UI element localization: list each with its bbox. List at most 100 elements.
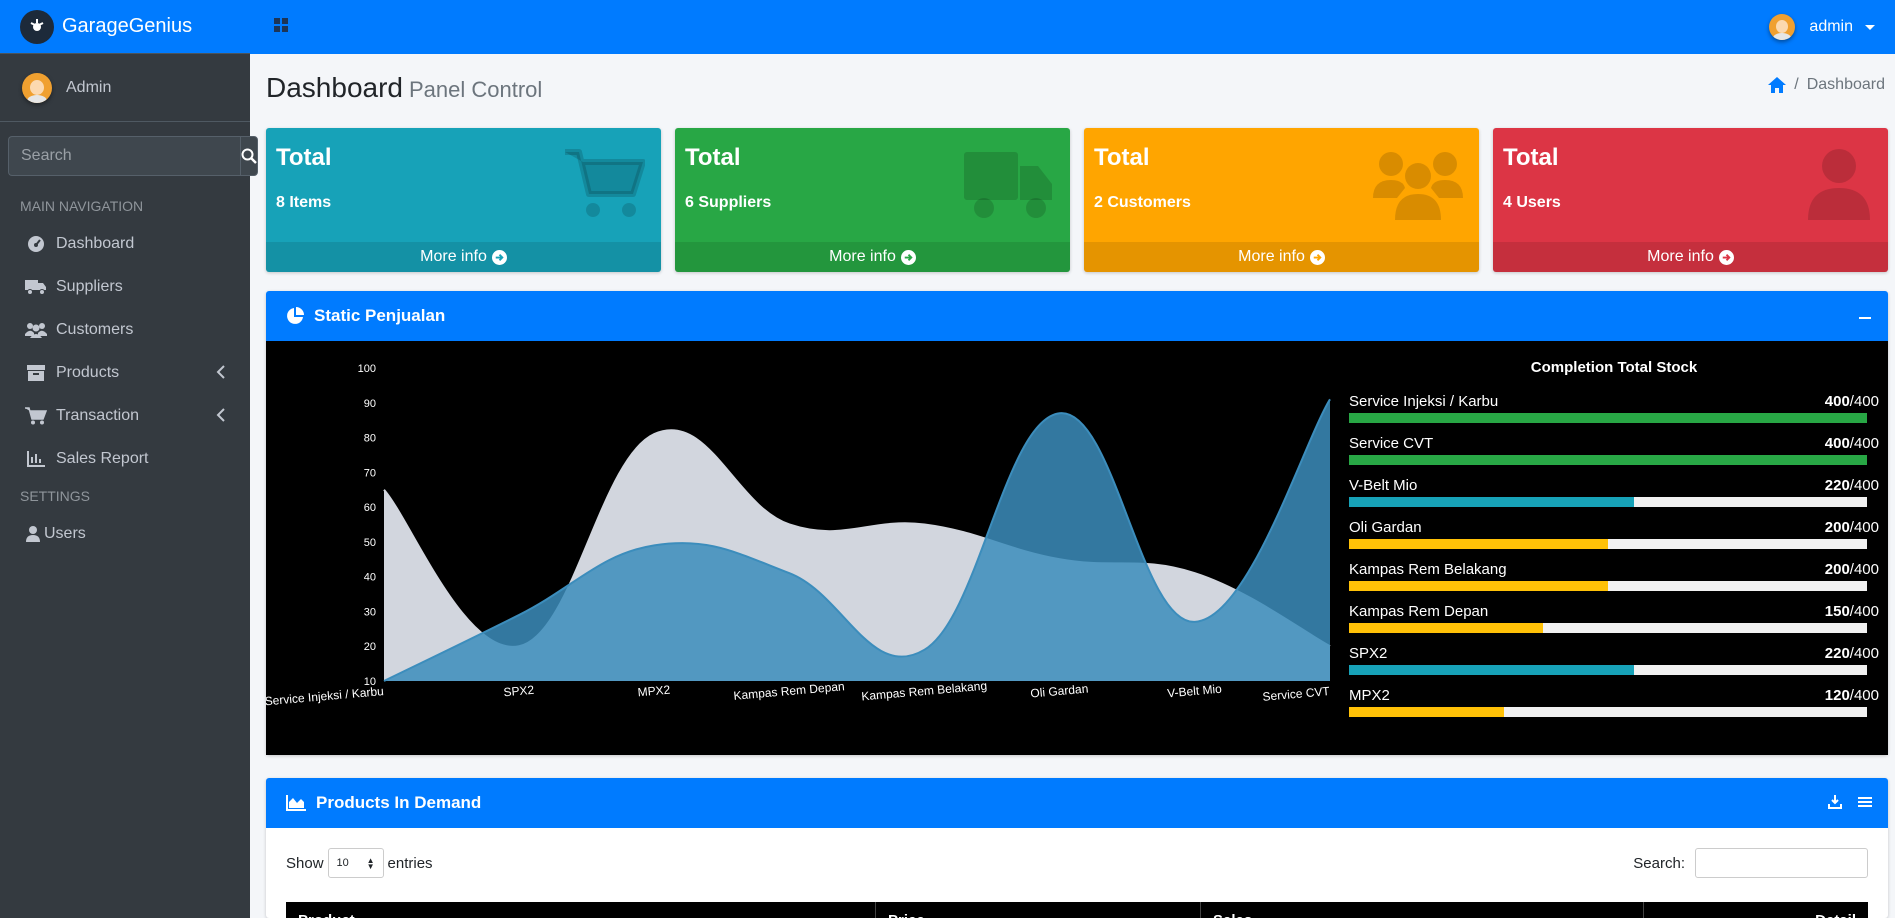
entries-length-value: 10 bbox=[336, 857, 349, 869]
more-info-link[interactable]: More info bbox=[675, 242, 1070, 272]
table-header-row: Product Price Sales Detail bbox=[286, 902, 1868, 918]
column-header-product[interactable]: Product bbox=[286, 902, 876, 918]
archive-icon bbox=[24, 364, 48, 381]
pie-chart-icon bbox=[286, 307, 304, 325]
y-tick-label: 80 bbox=[364, 433, 376, 445]
user-menu[interactable]: admin bbox=[1769, 14, 1875, 40]
dashboard-icon bbox=[24, 235, 48, 253]
column-header-price[interactable]: Price bbox=[876, 902, 1201, 918]
x-tick-label: Kampas Rem Belakang bbox=[861, 679, 988, 704]
stock-item-value: 200/400 bbox=[1825, 519, 1879, 536]
truck-icon bbox=[24, 278, 48, 296]
more-info-label: More info bbox=[1647, 248, 1714, 265]
sidebar-search-input[interactable] bbox=[8, 136, 240, 176]
sidebar: GarageGenius Admin MAIN NAVIGATION Dashb… bbox=[0, 0, 258, 918]
sidebar-user-name: Admin bbox=[66, 78, 112, 96]
caret-down-icon bbox=[1865, 24, 1875, 30]
breadcrumb-separator: / bbox=[1794, 76, 1799, 93]
card-tools bbox=[1828, 795, 1872, 809]
sidebar-item-label: Suppliers bbox=[56, 277, 123, 295]
stock-item: Service Injeksi / Karbu 400/400 bbox=[1349, 387, 1879, 429]
table-search-label: Search: bbox=[1633, 854, 1685, 872]
stock-list: Service Injeksi / Karbu 400/400 Service CV… bbox=[1349, 387, 1879, 723]
y-tick-label: 50 bbox=[364, 537, 376, 549]
sidebar-item-label: Dashboard bbox=[56, 234, 135, 252]
entries-label: entries bbox=[387, 854, 433, 872]
sidebar-item-label: Products bbox=[56, 363, 120, 381]
y-tick-label: 100 bbox=[358, 363, 376, 375]
stock-item-label: MPX2 bbox=[1349, 687, 1390, 704]
stock-item-count: 200 bbox=[1824, 561, 1850, 578]
more-info-link[interactable]: More info bbox=[1493, 242, 1888, 272]
stock-item-count: 150 bbox=[1824, 603, 1850, 620]
stock-item-max: /400 bbox=[1849, 519, 1879, 536]
table-search-input[interactable] bbox=[1695, 848, 1868, 878]
top-navbar: admin bbox=[250, 0, 1895, 54]
stock-item-label: V-Belt Mio bbox=[1349, 477, 1418, 494]
stock-item-count: 400 bbox=[1824, 435, 1850, 452]
brand-text: GarageGenius bbox=[62, 15, 193, 37]
sidebar-item-label: Users bbox=[44, 524, 86, 542]
sidebar-user-panel[interactable]: Admin bbox=[0, 54, 250, 122]
user-menu-name: admin bbox=[1809, 18, 1853, 35]
card-header: Products In Demand bbox=[266, 778, 1888, 828]
sidebar-toggle-button[interactable] bbox=[274, 17, 288, 37]
stat-box-items: Total 8 Items More info bbox=[266, 128, 661, 272]
breadcrumb: / Dashboard bbox=[1768, 76, 1885, 94]
menu-icon[interactable] bbox=[1858, 795, 1872, 809]
page-header: Dashboard Panel Control / Dashboard bbox=[250, 54, 1895, 128]
sidebar-item-label: Transaction bbox=[56, 406, 139, 424]
home-icon[interactable] bbox=[1768, 77, 1787, 93]
card-header: Static Penjualan bbox=[266, 291, 1888, 341]
chart-line-icon bbox=[24, 450, 48, 467]
sort-updown-icon: ▲ ▼ bbox=[366, 856, 375, 871]
sidebar-item-label: Customers bbox=[56, 320, 134, 338]
card-title: Products In Demand bbox=[316, 793, 482, 812]
cart-icon bbox=[565, 149, 645, 217]
y-tick-label: 60 bbox=[364, 502, 376, 514]
stock-item: V-Belt Mio 220/400 bbox=[1349, 471, 1879, 513]
stock-panel-title: Completion Total Stock bbox=[1530, 359, 1698, 376]
users-icon bbox=[24, 322, 48, 338]
stat-box-title: Total bbox=[276, 144, 332, 171]
column-header-sales[interactable]: Sales bbox=[1201, 902, 1644, 918]
sidebar-item-products[interactable]: Products bbox=[0, 351, 250, 394]
sidebar-item-suppliers[interactable]: Suppliers bbox=[0, 265, 250, 308]
stat-box-value: 8 Items bbox=[276, 194, 332, 211]
stock-item-max: /400 bbox=[1849, 561, 1879, 578]
more-info-link[interactable]: More info bbox=[1084, 242, 1479, 272]
brand-link[interactable]: GarageGenius bbox=[0, 0, 250, 54]
y-tick-label: 90 bbox=[364, 398, 376, 410]
arrow-circle-right-icon bbox=[900, 249, 916, 265]
page-title: Dashboard Panel Control bbox=[266, 72, 542, 104]
stock-item-count: 400 bbox=[1824, 393, 1850, 410]
stock-progress-fill bbox=[1349, 413, 1867, 423]
sidebar-item-customers[interactable]: Customers bbox=[0, 308, 250, 351]
sidebar-item-dashboard[interactable]: Dashboard bbox=[0, 222, 250, 265]
stock-item: Oli Gardan 200/400 bbox=[1349, 513, 1879, 555]
stock-item: SPX2 220/400 bbox=[1349, 639, 1879, 681]
stat-box-users: Total 4 Users More info bbox=[1493, 128, 1888, 272]
card-tools bbox=[1858, 308, 1872, 322]
stock-progress-fill bbox=[1349, 665, 1634, 675]
stock-item-value: 220/400 bbox=[1825, 645, 1879, 662]
stock-progress-fill bbox=[1349, 581, 1608, 591]
collapse-icon[interactable] bbox=[1858, 308, 1872, 322]
stock-progress-fill bbox=[1349, 497, 1634, 507]
more-info-link[interactable]: More info bbox=[266, 242, 661, 272]
stat-box-value: 4 Users bbox=[1503, 194, 1561, 211]
stock-item-label: Oli Gardan bbox=[1349, 519, 1422, 536]
stat-box-value: 2 Customers bbox=[1094, 194, 1191, 211]
stock-item-max: /400 bbox=[1849, 687, 1879, 704]
download-icon[interactable] bbox=[1828, 795, 1842, 809]
sidebar-item-users[interactable]: Users bbox=[0, 512, 250, 555]
stock-progress-bar bbox=[1349, 413, 1867, 423]
stock-item-value: 150/400 bbox=[1825, 603, 1879, 620]
sidebar-item-sales-report[interactable]: Sales Report bbox=[0, 437, 250, 480]
stock-progress-bar bbox=[1349, 581, 1867, 591]
stock-item: Service CVT 400/400 bbox=[1349, 429, 1879, 471]
entries-length-select[interactable]: 10 ▲ ▼ bbox=[327, 848, 384, 878]
column-header-detail[interactable]: Detail bbox=[1644, 902, 1868, 918]
brand-logo bbox=[20, 9, 54, 44]
sidebar-item-transaction[interactable]: Transaction bbox=[0, 394, 250, 437]
